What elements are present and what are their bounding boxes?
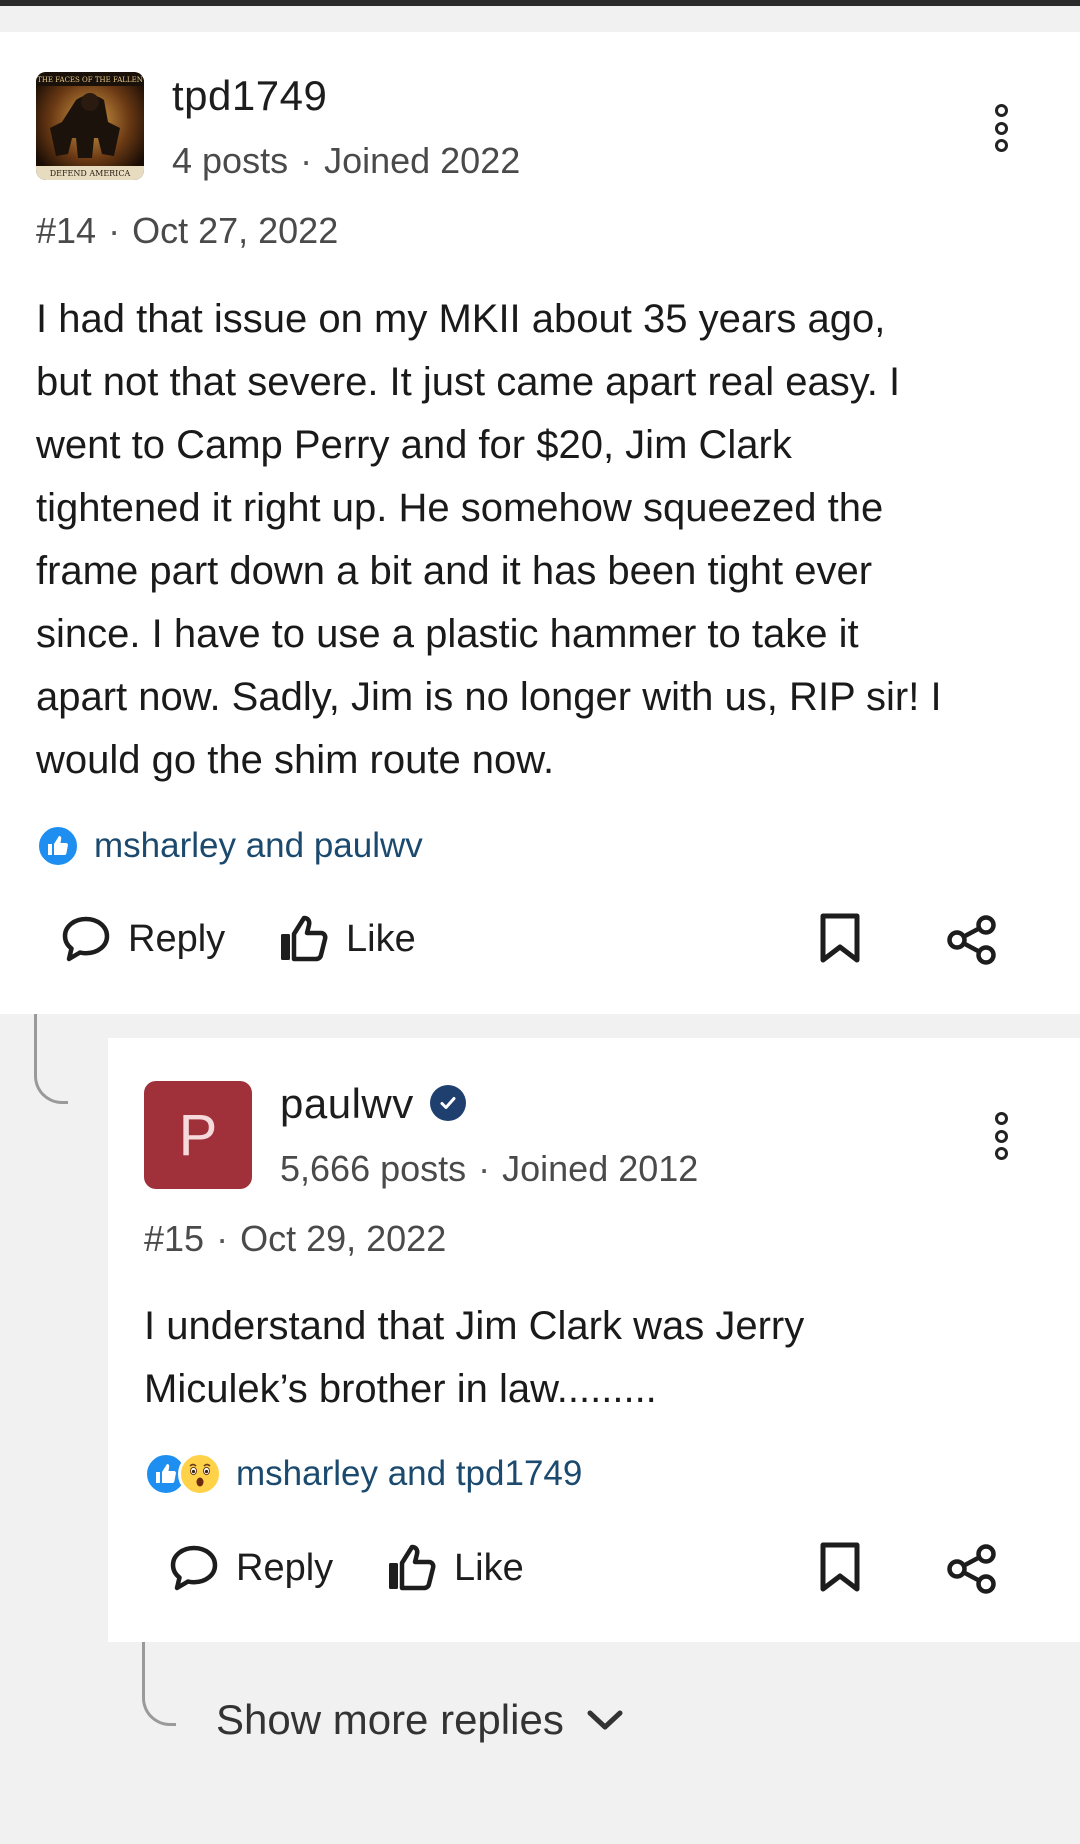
bookmark-icon[interactable] <box>818 1541 862 1598</box>
body-line: since. I have to use a plastic hammer to… <box>36 612 859 656</box>
speech-bubble-icon <box>170 1545 218 1591</box>
like-button[interactable]: Like <box>386 1543 524 1593</box>
body-line: but not that severe. It just came apart … <box>36 360 901 404</box>
top-bar <box>0 0 1080 6</box>
body-line: tightened it right up. He somehow squeez… <box>36 486 884 530</box>
separator-dot: · <box>108 210 121 251</box>
like-label: Like <box>454 1546 524 1589</box>
joined-date: Joined 2012 <box>502 1148 699 1189</box>
username[interactable]: tpd1749 <box>172 72 327 120</box>
post-date: Oct 27, 2022 <box>132 210 339 251</box>
thread-connector <box>34 1014 68 1104</box>
share-icon[interactable] <box>946 914 998 971</box>
bookmark-icon[interactable] <box>818 912 862 969</box>
user-meta: 4 posts · Joined 2022 <box>172 140 520 182</box>
reply-button[interactable]: Reply <box>168 1543 333 1593</box>
post-number[interactable]: #15 <box>144 1218 204 1259</box>
wow-reaction-icon <box>178 1452 222 1496</box>
body-line: I understand that Jim Clark was Jerry <box>144 1304 805 1348</box>
thumbs-up-reaction-icon <box>36 824 80 868</box>
reply-button[interactable]: Reply <box>60 914 225 964</box>
thread-connector <box>142 1642 176 1726</box>
avatar[interactable]: THE FACES OF THE FALLEN DEFEND AMERICA <box>36 72 144 180</box>
avatar[interactable]: P <box>144 1081 252 1189</box>
user-meta: 5,666 posts · Joined 2012 <box>280 1148 698 1190</box>
username[interactable]: paulwv <box>280 1080 414 1127</box>
avatar-caption-top: THE FACES OF THE FALLEN <box>37 76 143 84</box>
avatar-caption-bottom: DEFEND AMERICA <box>50 169 131 178</box>
separator-dot: · <box>478 1148 491 1189</box>
show-more-label: Show more replies <box>216 1696 564 1743</box>
verified-badge-icon <box>429 1084 466 1121</box>
body-line: I had that issue on my MKII about 35 yea… <box>36 297 886 341</box>
post-body: I understand that Jim Clark was Jerry Mi… <box>144 1295 1044 1421</box>
like-button[interactable]: Like <box>278 914 416 964</box>
separator-dot: · <box>216 1218 229 1259</box>
kebab-menu-icon[interactable] <box>993 1112 1009 1160</box>
joined-date: Joined 2022 <box>324 140 521 181</box>
reactor-names[interactable]: msharley and paulwv <box>94 826 423 866</box>
post-count: 4 posts <box>172 140 289 181</box>
reply-label: Reply <box>128 917 226 960</box>
avatar-image: THE FACES OF THE FALLEN DEFEND AMERICA <box>36 72 144 180</box>
separator-dot: · <box>300 140 313 181</box>
thumbs-up-icon <box>281 915 328 962</box>
username-row: paulwv <box>280 1080 466 1128</box>
post-info: #14 · Oct 27, 2022 <box>36 210 338 252</box>
body-line: frame part down a bit and it has been ti… <box>36 549 873 593</box>
body-line: apart now. Sadly, Jim is no longer with … <box>36 675 942 719</box>
reaction-summary[interactable]: msharley and paulwv <box>36 824 423 868</box>
post-body: I had that issue on my MKII about 35 yea… <box>36 288 1046 792</box>
reactor-names[interactable]: msharley and tpd1749 <box>236 1454 582 1494</box>
post-count: 5,666 posts <box>280 1148 467 1189</box>
post-date: Oct 29, 2022 <box>240 1218 447 1259</box>
body-line: Miculek’s brother in law......... <box>144 1367 657 1411</box>
chevron-down-icon <box>587 1710 623 1730</box>
kebab-menu-icon[interactable] <box>993 104 1009 152</box>
reply-label: Reply <box>236 1546 334 1589</box>
post-info: #15 · Oct 29, 2022 <box>144 1218 446 1260</box>
like-label: Like <box>346 917 416 960</box>
reaction-summary[interactable]: msharley and tpd1749 <box>144 1452 582 1496</box>
body-line: would go the shim route now. <box>36 738 555 782</box>
show-more-replies-button[interactable]: Show more replies <box>216 1696 624 1744</box>
body-line: went to Camp Perry and for $20, Jim Clar… <box>36 423 792 467</box>
share-icon[interactable] <box>946 1543 998 1600</box>
speech-bubble-icon <box>62 916 110 962</box>
thumbs-up-icon <box>389 1544 436 1591</box>
post-number[interactable]: #14 <box>36 210 96 251</box>
